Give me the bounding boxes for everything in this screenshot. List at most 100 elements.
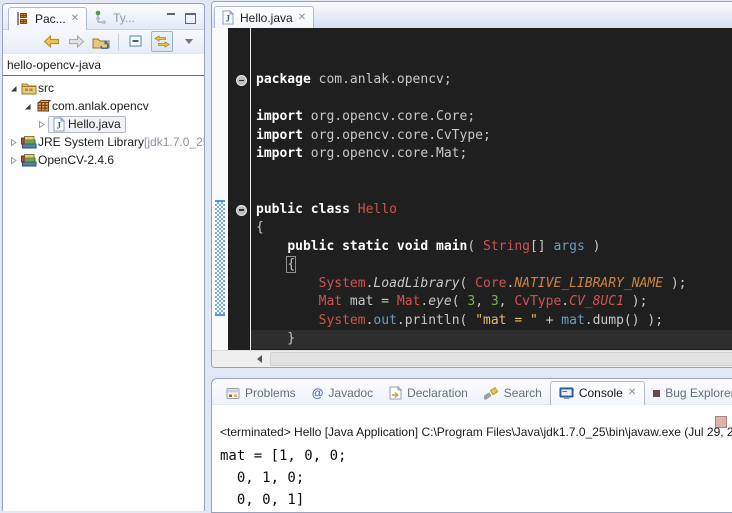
chevron-down-icon <box>185 39 193 44</box>
tab-label: Problems <box>245 386 296 400</box>
tab-label: Declaration <box>407 386 468 400</box>
up-button[interactable] <box>91 32 111 51</box>
tree-item-hello-java[interactable]: J Hello.java <box>3 115 204 133</box>
tab-console[interactable]: Console ✕ <box>550 381 645 405</box>
tab-label: Console <box>579 386 623 400</box>
maximize-icon[interactable] <box>185 13 196 23</box>
tree-item-label: com.anlak.opencv <box>52 99 149 113</box>
package-explorer-toolbar <box>3 30 204 54</box>
selected-item-box: J Hello.java <box>48 116 126 133</box>
tab-hello-java[interactable]: J Hello.java ✕ <box>214 6 314 29</box>
code-line: import org.opencv.core.Mat; <box>256 145 732 164</box>
view-menu-button[interactable] <box>178 32 198 51</box>
code-line <box>256 90 732 109</box>
code-line: System.out.println( "mat = " + mat.dump(… <box>256 312 732 331</box>
scroll-left-icon[interactable] <box>257 355 262 363</box>
toolbar-separator <box>118 34 119 50</box>
tab-package-explorer-label: Pac... <box>35 12 66 26</box>
library-icon <box>20 135 38 149</box>
tab-package-explorer[interactable]: Pac... ✕ <box>8 7 87 30</box>
tab-type-hierarchy[interactable]: Ty... <box>87 6 142 29</box>
tree-item-label: OpenCV-2.4.6 <box>38 153 114 167</box>
type-hierarchy-icon <box>94 10 108 25</box>
code-line: System.LoadLibrary( Core.NATIVE_LIBRARY_… <box>256 275 732 294</box>
fold-collapse-icon[interactable] <box>236 75 247 86</box>
twisty-expanded-icon[interactable] <box>7 84 20 93</box>
fold-collapse-icon[interactable] <box>236 205 247 216</box>
console-status-line: <terminated> Hello [Java Application] C:… <box>220 425 732 439</box>
tab-label: Javadoc <box>328 386 373 400</box>
src-folder-icon <box>20 81 38 95</box>
tab-bug-explorer[interactable]: Bug Explorer <box>645 382 732 404</box>
console-panel: Problems@JavadocDeclarationSearchConsole… <box>211 378 732 513</box>
collapse-all-icon <box>129 35 144 48</box>
code-line: import org.opencv.core.Core; <box>256 108 732 127</box>
project-header[interactable]: hello-opencv-java <box>3 54 204 76</box>
twisty-collapsed-icon[interactable] <box>7 156 20 165</box>
code-line: { <box>256 256 732 275</box>
code-line: package com.anlak.opencv; <box>256 71 732 90</box>
close-icon[interactable]: ✕ <box>71 14 79 24</box>
forward-button[interactable] <box>66 32 86 51</box>
library-icon <box>20 153 38 167</box>
bug-icon <box>653 390 660 397</box>
code-line: { <box>256 219 732 238</box>
tab-problems[interactable]: Problems <box>218 382 304 404</box>
package-explorer-icon <box>15 11 30 26</box>
link-with-editor-button[interactable] <box>151 31 173 52</box>
bottom-tabstrip: Problems@JavadocDeclarationSearchConsole… <box>212 379 732 405</box>
collapse-all-button[interactable] <box>126 32 146 51</box>
tab-hello-java-label: Hello.java <box>240 11 293 25</box>
code-lines: package com.anlak.opencv; import org.ope… <box>256 71 732 350</box>
close-icon[interactable]: ✕ <box>298 13 306 23</box>
tree-item-label: src <box>38 81 54 95</box>
view-window-buttons <box>166 13 204 29</box>
tab-search[interactable]: Search <box>476 382 550 404</box>
svg-text:J: J <box>226 14 231 24</box>
annotation-ruler[interactable] <box>212 28 228 350</box>
twisty-collapsed-icon[interactable] <box>7 138 20 147</box>
tree-item-label: Hello.java <box>68 117 121 131</box>
twisty-collapsed-icon[interactable] <box>35 120 48 129</box>
link-editor-icon <box>154 35 170 48</box>
package-explorer-panel: Pac... ✕ Ty... hello-opencv-java src com.… <box>2 3 205 511</box>
console-icon <box>559 387 574 400</box>
code-line: Mat mat = Mat.eye( 3, 3, CvType.CV_8UC1 … <box>256 293 732 312</box>
up-folder-icon <box>92 35 110 49</box>
code-line: public class Hello <box>256 201 732 220</box>
tree-item-src[interactable]: src <box>3 79 204 97</box>
minimize-icon[interactable] <box>166 13 177 23</box>
svg-text:J: J <box>57 120 62 130</box>
twisty-expanded-icon[interactable] <box>21 102 34 111</box>
console-line: 0, 0, 1] <box>220 489 346 511</box>
console-line: mat = [1, 0, 0; <box>220 445 346 467</box>
tree-item-jre-system-library[interactable]: JRE System Library [jdk1.7.0_25] <box>3 133 204 151</box>
problems-icon <box>226 387 240 400</box>
java-file-icon: J <box>50 117 68 132</box>
code-editor[interactable]: package com.anlak.opencv; import org.ope… <box>251 28 732 350</box>
console-line: 0, 1, 0; <box>220 467 346 489</box>
tab-declaration[interactable]: Declaration <box>381 382 476 404</box>
code-line: import org.opencv.core.CvType; <box>256 127 732 146</box>
code-line: public static void main( String[] args ) <box>256 238 732 257</box>
back-button[interactable] <box>41 32 61 51</box>
fold-gutter[interactable] <box>228 28 251 350</box>
close-icon[interactable]: ✕ <box>628 388 636 398</box>
editor-tabstrip: J Hello.java ✕ <box>212 2 732 29</box>
tree-item-com-anlak-opencv[interactable]: com.anlak.opencv <box>3 97 204 115</box>
range-indicator <box>215 200 225 316</box>
editor-panel: J Hello.java ✕ package com.anlak.opencv;… <box>211 1 732 368</box>
package-icon <box>34 99 52 113</box>
horizontal-scrollbar[interactable] <box>212 350 732 367</box>
tab-label: Bug Explorer <box>665 386 732 400</box>
console-output[interactable]: mat = [1, 0, 0; 0, 1, 0; 0, 0, 1] <box>220 445 346 511</box>
tab-javadoc[interactable]: @ Javadoc <box>304 382 381 404</box>
package-tree: src com.anlak.opencv J Hello.java JRE System… <box>3 76 204 169</box>
java-file-icon: J <box>221 10 235 25</box>
scrollbar-thumb[interactable] <box>270 352 732 366</box>
tree-item-meta: [jdk1.7.0_25] <box>144 135 204 149</box>
search-icon <box>484 386 499 400</box>
editor-body: package com.anlak.opencv; import org.ope… <box>212 28 732 350</box>
javadoc-icon: @ <box>312 386 324 400</box>
tree-item-opencv-2-4-6[interactable]: OpenCV-2.4.6 <box>3 151 204 169</box>
